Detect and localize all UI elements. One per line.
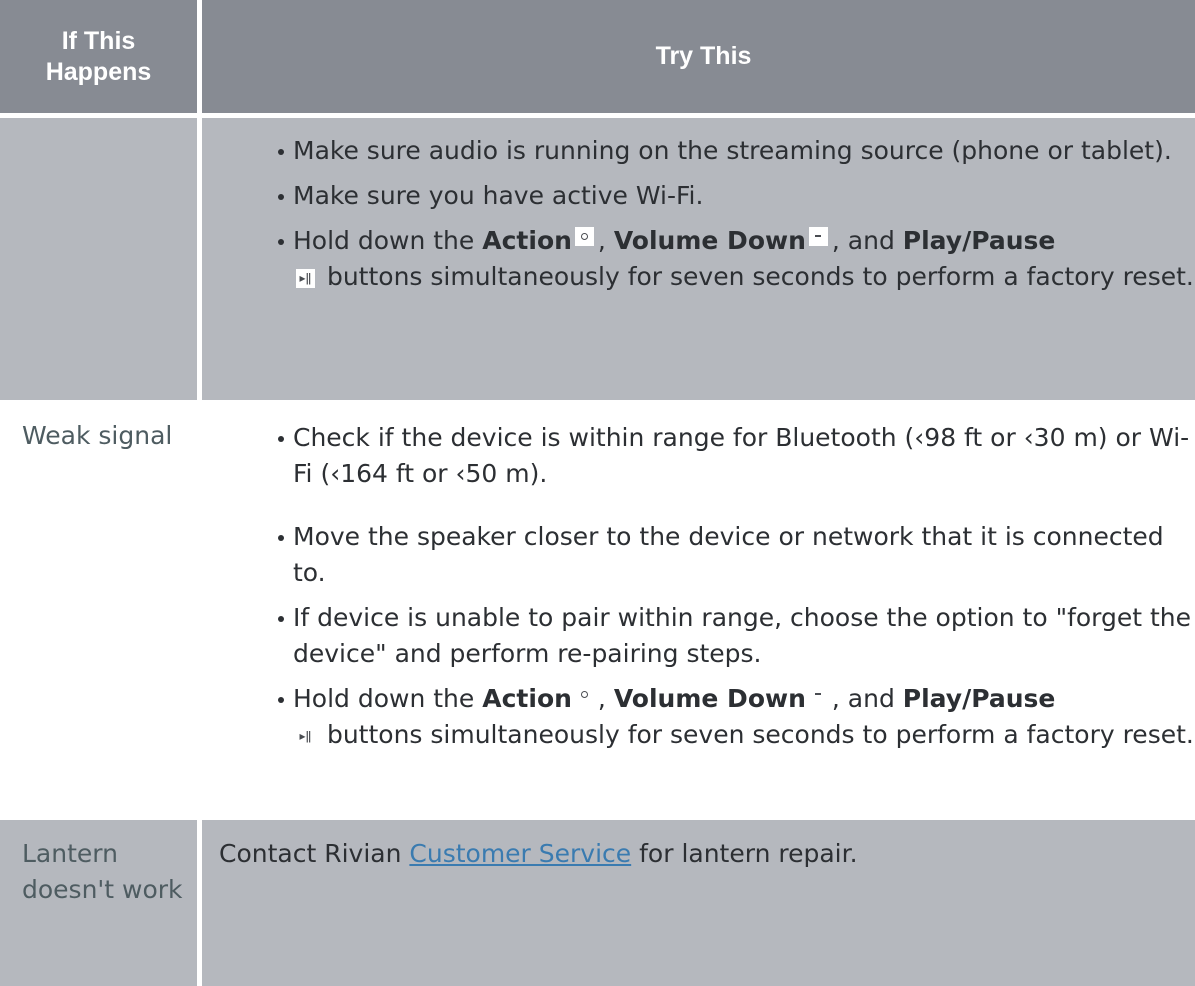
tip-text: , (597, 684, 606, 713)
list-item: Move the speaker closer to the device or… (278, 519, 1195, 591)
action-button-icon (575, 685, 594, 704)
tip-text: Hold down the (293, 226, 475, 255)
action-button-icon (574, 227, 594, 246)
volume-down-icon (809, 685, 828, 704)
header-try-this: Try This (202, 0, 1195, 113)
tips-list: Make sure audio is running on the stream… (203, 119, 1195, 295)
condition-cell (0, 118, 197, 400)
play-pause-label: Play/Pause (902, 684, 1056, 713)
list-item: If device is unable to pair within range… (278, 600, 1195, 672)
solution-cell: Make sure audio is running on the stream… (202, 118, 1195, 400)
table-row: Weak signal Check if the device is withi… (0, 405, 1195, 815)
action-button-label: Action (482, 226, 572, 255)
volume-down-label: Volume Down (613, 226, 806, 255)
header-if-this-happens: If This Happens (0, 0, 197, 113)
play-pause-label: Play/Pause (902, 226, 1056, 255)
customer-service-link[interactable]: Customer Service (409, 839, 631, 868)
list-item: Make sure you have active Wi-Fi. (278, 178, 1195, 214)
action-button-label: Action (482, 684, 572, 713)
table-row: Lantern doesn't work Contact Rivian Cust… (0, 820, 1195, 986)
table-row: Make sure audio is running on the stream… (0, 118, 1195, 400)
tip-text: , (597, 226, 606, 255)
list-item: Make sure audio is running on the stream… (278, 133, 1195, 169)
tips-list: Check if the device is within range for … (203, 406, 1195, 753)
tip-text: , and (831, 226, 895, 255)
tip-text: , and (831, 684, 895, 713)
volume-down-label: Volume Down (613, 684, 806, 713)
play-pause-icon: ▸ǁ (299, 729, 312, 743)
play-pause-icon: ▸ǁ (296, 269, 315, 288)
solution-cell: Check if the device is within range for … (202, 405, 1195, 815)
condition-cell: Lantern doesn't work (0, 820, 197, 986)
troubleshooting-table: If This Happens Try This Make sure audio… (0, 0, 1195, 986)
tip-text: buttons simultaneously for seven seconds… (326, 720, 1194, 749)
condition-cell: Weak signal (0, 405, 197, 815)
contact-text: for lantern repair. (639, 839, 858, 868)
table-header-row: If This Happens Try This (0, 0, 1195, 113)
contact-text: Contact Rivian (219, 839, 402, 868)
list-item: Hold down the Action, Volume Down , and P… (278, 681, 1195, 753)
list-item: Check if the device is within range for … (278, 420, 1195, 492)
tip-text: buttons simultaneously for seven seconds… (326, 262, 1194, 291)
solution-cell: Contact Rivian Customer Service for lant… (202, 820, 1195, 986)
volume-down-icon (808, 227, 828, 246)
tip-text: Hold down the (293, 684, 475, 713)
list-item: Hold down the Action, Volume Down , and P… (278, 223, 1195, 295)
